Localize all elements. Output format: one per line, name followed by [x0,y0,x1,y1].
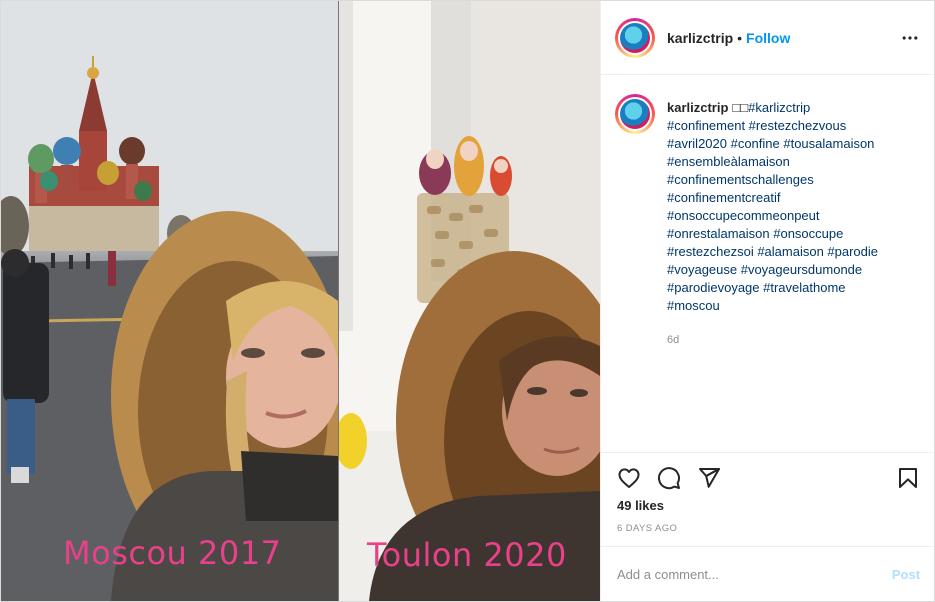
comment-icon[interactable] [657,466,681,490]
hashtag-line[interactable]: #avril2020 #confine #tousalamaison [667,135,922,153]
photo-panel-toulon: Toulon 2020 [339,1,600,601]
post-photo[interactable]: Moscou 2017 Toulon 2020 [1,1,600,601]
add-comment-bar: Post [601,546,934,601]
separator-dot: • [737,29,743,46]
comments-section: karlizctrip □□#karlizctrip #confinement #… [601,76,934,451]
caption-text: karlizctrip □□#karlizctrip #confinement #… [667,99,922,349]
photo-caption-toulon: Toulon 2020 [367,536,567,574]
post-comment-button[interactable]: Post [892,567,920,582]
globe-icon [620,22,650,53]
likes-count[interactable]: 49 likes [617,498,664,513]
post-timestamp[interactable]: 6 DAYS AGO [617,523,677,534]
hashtag-line[interactable]: #moscou [667,297,922,315]
hashtag-line[interactable]: #onsoccupecommeonpeut [667,207,922,225]
hashtag-link[interactable]: #karlizctrip [748,100,810,115]
post-header: karlizctrip • Follow [601,1,934,75]
globe-icon [620,99,650,129]
hashtag-line[interactable]: #onrestalamaison #onsoccupe [667,225,922,243]
hashtag-line[interactable]: #confinementcreatif [667,189,922,207]
post-actions: 49 likes 6 DAYS AGO [601,452,934,547]
instagram-post: Moscou 2017 Toulon 2020 karlizctrip • Fo… [0,0,935,602]
hashtag-line[interactable]: #parodievoyage #travelathome [667,279,922,297]
hashtag-line[interactable]: #ensembleàlamaison [667,153,922,171]
caption-emoji: □□ [732,100,749,115]
caption-avatar[interactable] [615,94,655,134]
photo-caption-moscow: Moscou 2017 [63,534,282,572]
follow-button[interactable]: Follow [746,30,790,46]
comment-input[interactable] [617,567,877,582]
hashtag-line[interactable]: #restezchezsoi #alamaison #parodie [667,243,922,261]
post-sidebar: karlizctrip • Follow karlizctrip □□#karli… [600,1,934,601]
bookmark-icon[interactable] [896,466,920,490]
hashtag-line[interactable]: #confinement #restezchezvous [667,117,922,135]
hashtag-line[interactable]: #voyageuse #voyageursdumonde [667,261,922,279]
heart-icon[interactable] [617,466,641,490]
avatar[interactable] [615,17,655,58]
photo-panel-moscow: Moscou 2017 [1,1,338,601]
share-icon[interactable] [697,466,721,490]
avatar-ring [618,20,652,55]
hashtag-line[interactable]: #confinementschallenges [667,171,922,189]
caption-username[interactable]: karlizctrip [667,100,728,115]
caption-age[interactable]: 6d [667,331,922,349]
moscow-scene-illustration [1,1,338,601]
toulon-scene-illustration [339,1,600,601]
more-options-icon[interactable] [900,28,920,48]
header-username[interactable]: karlizctrip [667,30,733,46]
avatar-ring [618,97,652,131]
